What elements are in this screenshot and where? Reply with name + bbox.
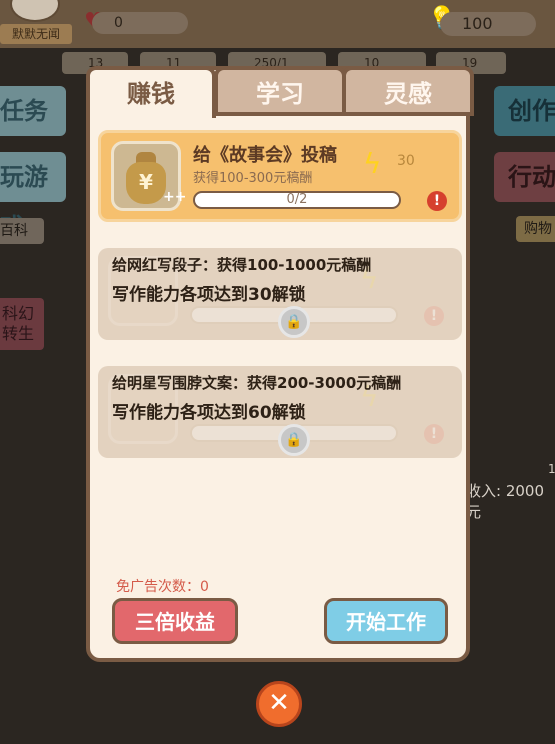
shop-button[interactable]: 购物 <box>516 216 555 242</box>
unlock-requirement: 写作能力各项达到30解锁 <box>112 285 306 305</box>
play-game-button[interactable]: 玩游戏 <box>0 152 66 241</box>
task-progress-bar: 0/2 <box>193 191 401 209</box>
lock-icon: 🔒 <box>278 424 310 456</box>
task-title: 给明星写围脖文案：获得200-3000元稿酬 <box>112 374 402 392</box>
rebirth-button[interactable]: 科幻 转生 <box>0 298 44 350</box>
task-card-story-magazine[interactable]: ¥ ++ 给《故事会》投稿 获得100-300元稿酬 ϟ 30 0/2 ! <box>98 130 462 222</box>
task-button[interactable]: 任务 <box>0 86 66 136</box>
income-count: 1 <box>548 462 555 476</box>
action-button[interactable]: 行动 <box>494 152 555 202</box>
start-work-button[interactable]: 开始工作 <box>324 598 448 644</box>
work-dialog: 赚钱 学习 灵感 ¥ ++ 给《故事会》投稿 获得100-300元稿酬 ϟ 30… <box>86 66 474 662</box>
hearts-counter: 0 <box>92 12 188 34</box>
wiki-button[interactable]: 百科 <box>0 218 44 244</box>
triple-earnings-button[interactable]: 三倍收益 <box>112 598 238 644</box>
free-ads-counter: 免广告次数：0 <box>116 579 209 595</box>
tab-inspiration[interactable]: 灵感 <box>342 66 474 116</box>
plus-icon: ++ <box>163 189 187 205</box>
task-reward: 获得100-300元稿酬 <box>193 171 313 186</box>
lightning-icon: ϟ <box>363 147 382 180</box>
coin-counter: 100 <box>440 12 536 36</box>
task-title: 给网红写段子：获得100-1000元稿酬 <box>112 256 372 274</box>
close-icon[interactable]: ✕ <box>256 681 302 727</box>
task-card-celebrity: ϟ ! 给明星写围脖文案：获得200-3000元稿酬 写作能力各项达到60解锁 … <box>98 366 462 458</box>
fame-plate: 默默无闻 <box>0 24 72 44</box>
energy-cost: 30 <box>397 153 415 169</box>
tab-study[interactable]: 学习 <box>214 66 346 116</box>
task-title: 给《故事会》投稿 <box>193 145 337 166</box>
income-label: 收入: 2000元 <box>466 482 544 521</box>
exclamation-icon[interactable]: ! <box>427 191 447 211</box>
lock-icon: 🔒 <box>278 306 310 338</box>
tab-earn[interactable]: 赚钱 <box>86 66 216 118</box>
task-card-influencer: ϟ ! 给网红写段子：获得100-1000元稿酬 写作能力各项达到30解锁 🔒 <box>98 248 462 340</box>
create-button[interactable]: 创作 <box>494 86 555 136</box>
exclamation-icon: ! <box>424 306 444 326</box>
exclamation-icon: ! <box>424 424 444 444</box>
unlock-requirement: 写作能力各项达到60解锁 <box>112 403 306 423</box>
